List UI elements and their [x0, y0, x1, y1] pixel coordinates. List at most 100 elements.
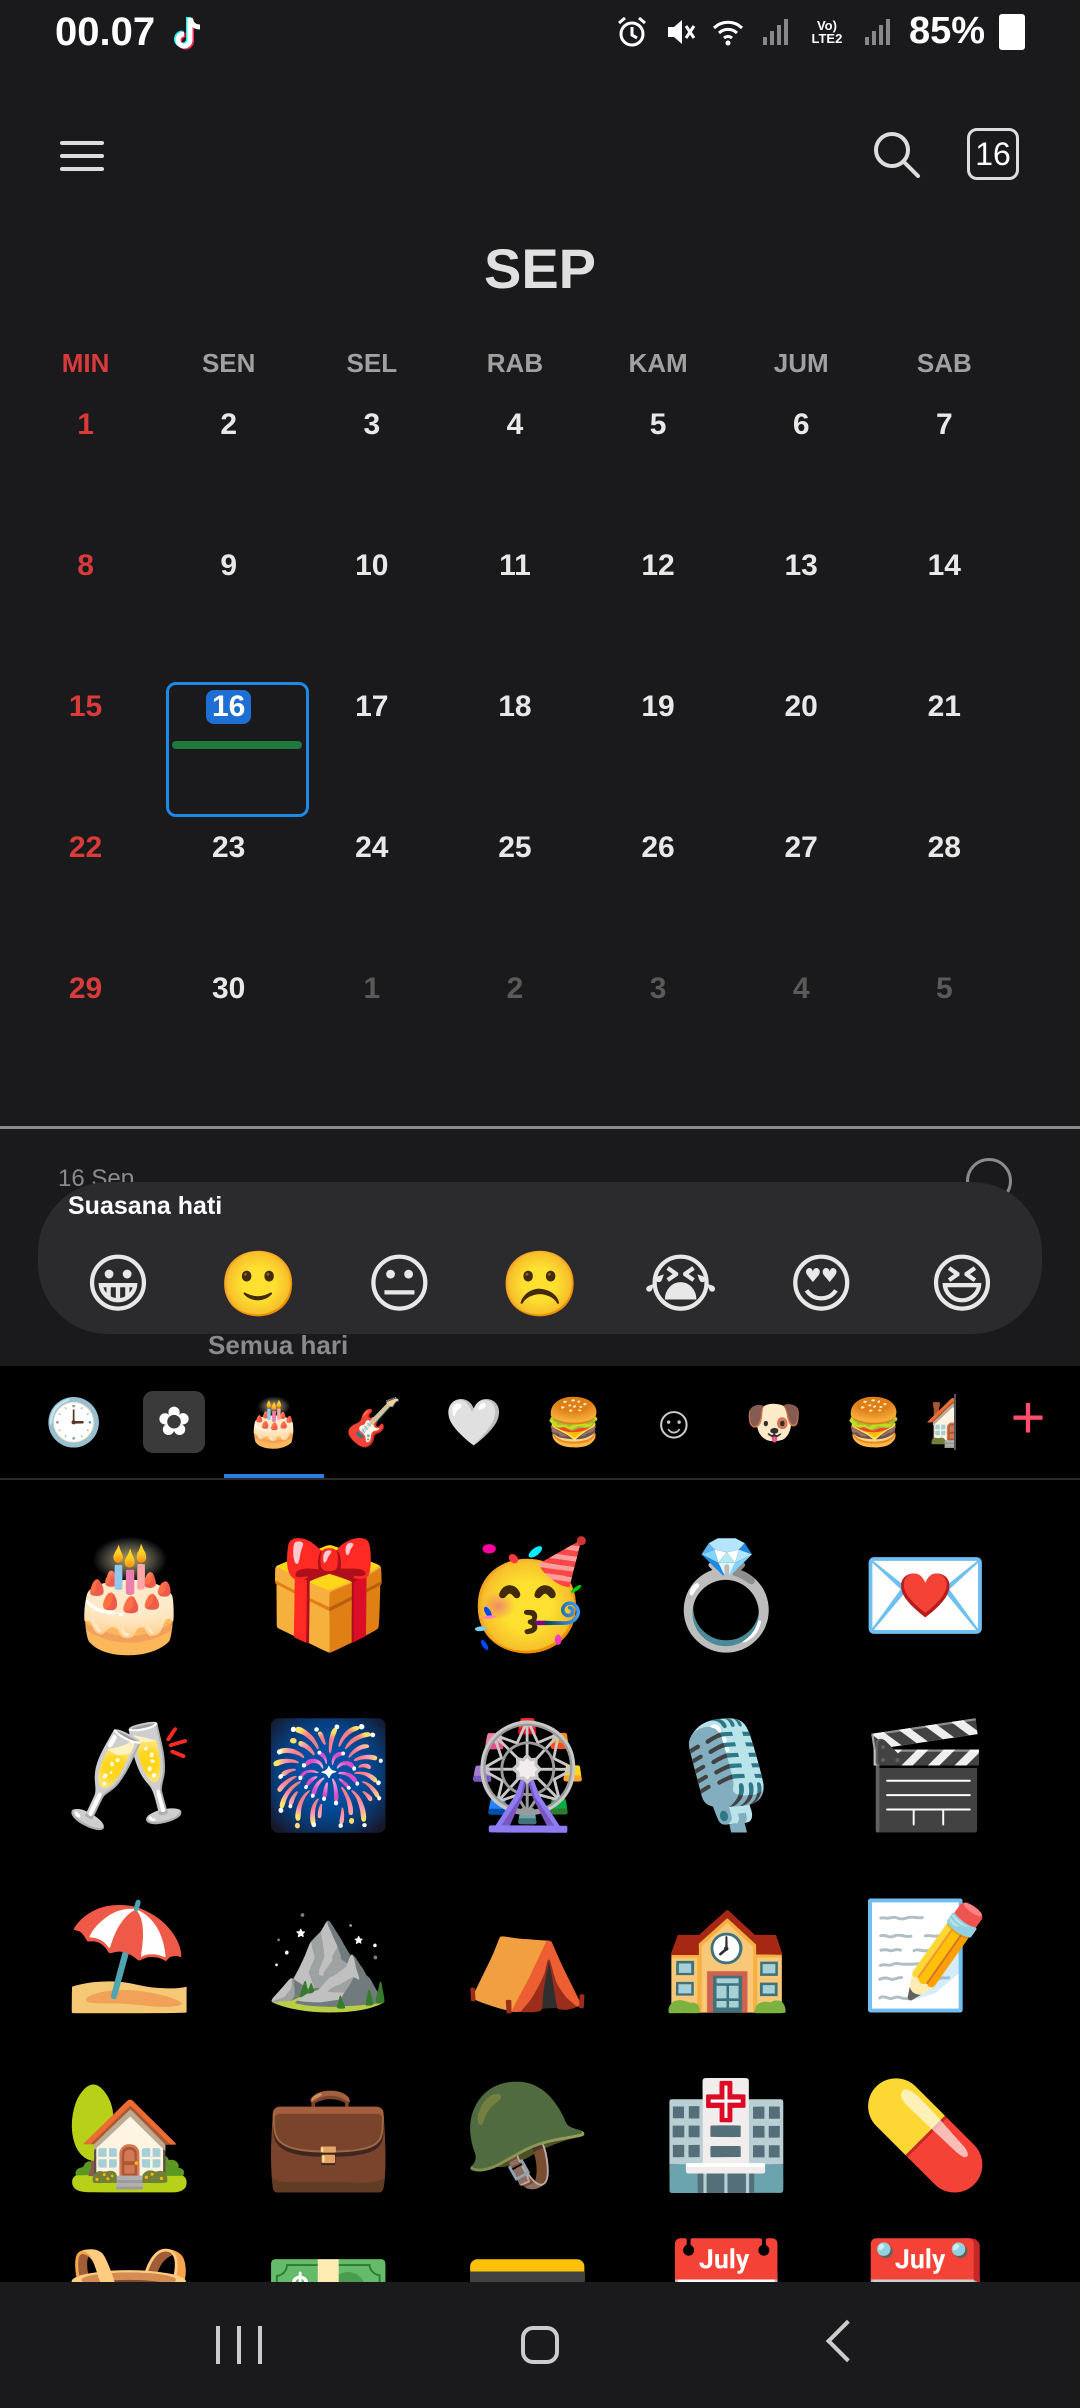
birthday-cake-icon[interactable]: 🎂 [30, 1536, 229, 1656]
today-button[interactable]: 16 [967, 128, 1019, 180]
day-cell[interactable]: 28 [873, 813, 1016, 954]
day-cell[interactable]: 14 [873, 531, 1016, 672]
day-cell[interactable]: 11 [443, 531, 586, 672]
tab-heart[interactable]: 🤍 [424, 1372, 524, 1472]
day-cell[interactable]: 10 [300, 531, 443, 672]
mountain-icon[interactable]: ⛰️ [229, 1896, 428, 2016]
school-icon[interactable]: 🏫 [627, 1896, 826, 2016]
month-title[interactable]: SEP [0, 236, 1080, 301]
day-cell[interactable]: 30 [157, 954, 300, 1095]
app-bar: 16 [0, 120, 1080, 210]
tab-animal[interactable]: 🐶 [724, 1372, 824, 1472]
tab-emoji[interactable]: ☺ [624, 1372, 724, 1472]
sticker-grid: 🎂 🎁 🥳 💍 💌 🥂 🎆 🎡 🎙️ 🎬 ⛱️ ⛰️ ⛺ 🏫 📝 🏡 💼 🪖 🏥… [30, 1536, 1050, 2196]
neutral-face-icon[interactable]: 😐 [359, 1244, 439, 1324]
ferris-wheel-icon[interactable]: 🎡 [428, 1716, 627, 1836]
month-grid: 1 2 3 4 5 6 7 8 9 10 11 12 13 14 15 16 1… [14, 390, 1016, 1095]
day-cell[interactable]: 26 [587, 813, 730, 954]
day-cell-next-month[interactable]: 5 [873, 954, 1016, 1095]
day-cell-next-month[interactable]: 2 [443, 954, 586, 1095]
week-row: 8 9 10 11 12 13 14 [14, 531, 1016, 672]
checklist-icon[interactable]: 📝 [826, 1896, 1025, 2016]
day-cell-today[interactable]: 16 [157, 672, 300, 813]
day-cell[interactable]: 29 [14, 954, 157, 1095]
tab-food[interactable]: 🍔 [524, 1372, 624, 1472]
smiling-face-icon[interactable]: 🙂 [219, 1244, 299, 1324]
crying-face-icon[interactable]: 😭 [641, 1244, 721, 1324]
search-button[interactable] [868, 126, 924, 182]
day-cell[interactable]: 13 [730, 531, 873, 672]
home-button[interactable] [521, 2326, 559, 2364]
grinning-face-icon[interactable]: 😀 [78, 1244, 158, 1324]
money-icon[interactable]: 💵 [229, 2236, 428, 2282]
day-cell[interactable]: 17 [300, 672, 443, 813]
microphone-icon[interactable]: 🎙️ [627, 1716, 826, 1836]
briefcase-icon[interactable]: 💼 [229, 2076, 428, 2196]
fireworks-icon[interactable]: 🎆 [229, 1716, 428, 1836]
calendar-icon[interactable]: 📆 [826, 2236, 1025, 2282]
weekday-label: SAB [916, 348, 972, 378]
laughing-face-icon[interactable]: 😆 [922, 1244, 1002, 1324]
military-helmet-icon[interactable]: 🪖 [428, 2076, 627, 2196]
hospital-icon[interactable]: 🏥 [627, 2076, 826, 2196]
day-cell[interactable]: 21 [873, 672, 1016, 813]
day-cell[interactable]: 5 [587, 390, 730, 531]
day-cell[interactable]: 22 [14, 813, 157, 954]
guitar-icon: 🎸 [345, 1395, 403, 1448]
day-cell-next-month[interactable]: 1 [300, 954, 443, 1095]
heart-eyes-face-icon[interactable]: 😍 [781, 1244, 861, 1324]
shopping-basket-icon[interactable]: 🧺 [30, 2236, 229, 2282]
day-cell[interactable]: 8 [14, 531, 157, 672]
menu-button[interactable] [60, 132, 104, 176]
party-hat-icon[interactable]: 🥳 [428, 1536, 627, 1656]
day-cell[interactable]: 23 [157, 813, 300, 954]
tent-icon[interactable]: ⛺ [428, 1896, 627, 2016]
calendar-search-icon[interactable]: 📅 [627, 2236, 826, 2282]
day-cell[interactable]: 6 [730, 390, 873, 531]
dog-icon: 🐶 [745, 1395, 803, 1448]
weekday-label: SEL [346, 348, 398, 378]
mood-popup: Suasana hati 😀 🙂 😐 ☹️ 😭 😍 😆 [38, 1182, 1042, 1334]
day-cell[interactable]: 3 [300, 390, 443, 531]
day-cell[interactable]: 27 [730, 813, 873, 954]
day-cell[interactable]: 24 [300, 813, 443, 954]
pill-icon[interactable]: 💊 [826, 2076, 1025, 2196]
tab-food-outline[interactable]: 🍔 [824, 1372, 924, 1472]
all-day-label: Semua hari [208, 1330, 349, 1360]
day-cell[interactable]: 25 [443, 813, 586, 954]
tab-hobby[interactable]: 🎸 [324, 1372, 424, 1472]
weekday-label: KAM [628, 348, 688, 378]
tab-custom[interactable]: ✿ [124, 1372, 224, 1472]
add-sticker-button[interactable]: + [998, 1388, 1058, 1450]
back-button[interactable] [825, 2319, 869, 2363]
day-cell[interactable]: 15 [14, 672, 157, 813]
recent-apps-button[interactable] [216, 2326, 262, 2364]
day-cell[interactable]: 4 [443, 390, 586, 531]
status-bar: 00.07 Vo) LTE2 85% [0, 0, 1080, 70]
alarm-icon [617, 16, 646, 46]
tab-celebration[interactable]: 🎂 [224, 1372, 324, 1478]
day-cell-next-month[interactable]: 3 [587, 954, 730, 1095]
system-nav-bar [0, 2282, 1080, 2408]
day-cell[interactable]: 7 [873, 390, 1016, 531]
credit-card-icon[interactable]: 💳 [428, 2236, 627, 2282]
day-cell[interactable]: 1 [14, 390, 157, 531]
ring-icon[interactable]: 💍 [627, 1536, 826, 1656]
day-cell[interactable]: 18 [443, 672, 586, 813]
love-letter-icon[interactable]: 💌 [826, 1536, 1025, 1656]
house-icon[interactable]: 🏡 [30, 2076, 229, 2196]
sheet-divider[interactable] [0, 1126, 1080, 1129]
day-cell[interactable]: 12 [587, 531, 730, 672]
tab-home[interactable]: 🏠 [924, 1372, 954, 1472]
movie-clapper-icon[interactable]: 🎬 [826, 1716, 1025, 1836]
day-cell[interactable]: 19 [587, 672, 730, 813]
day-cell[interactable]: 2 [157, 390, 300, 531]
cheers-icon[interactable]: 🥂 [30, 1716, 229, 1836]
gift-icon[interactable]: 🎁 [229, 1536, 428, 1656]
tab-recent[interactable]: 🕒 [24, 1372, 124, 1472]
frowning-face-icon[interactable]: ☹️ [500, 1244, 580, 1324]
day-cell[interactable]: 9 [157, 531, 300, 672]
beach-umbrella-icon[interactable]: ⛱️ [30, 1896, 229, 2016]
day-cell-next-month[interactable]: 4 [730, 954, 873, 1095]
day-cell[interactable]: 20 [730, 672, 873, 813]
